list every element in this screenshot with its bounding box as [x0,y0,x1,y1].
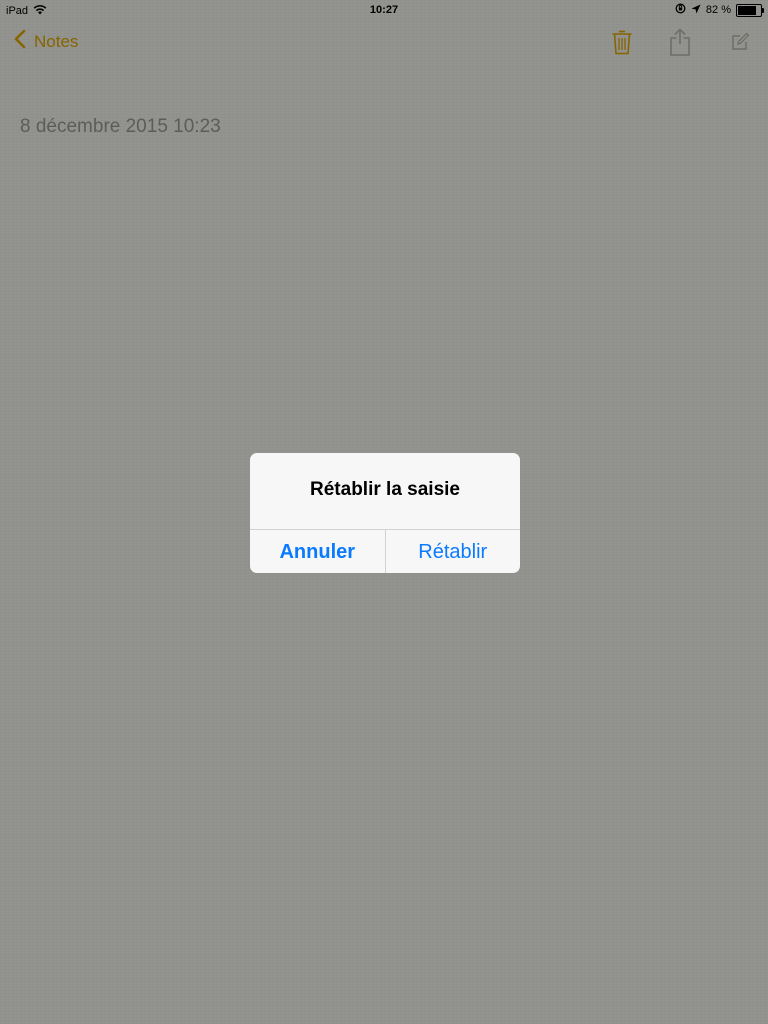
alert-title: Rétablir la saisie [310,479,460,500]
cancel-button[interactable]: Annuler [250,530,386,573]
alert-button-row: Annuler Rétablir [250,529,520,573]
redo-button[interactable]: Rétablir [386,530,521,573]
alert-dialog: Rétablir la saisie Annuler Rétablir [250,453,520,573]
